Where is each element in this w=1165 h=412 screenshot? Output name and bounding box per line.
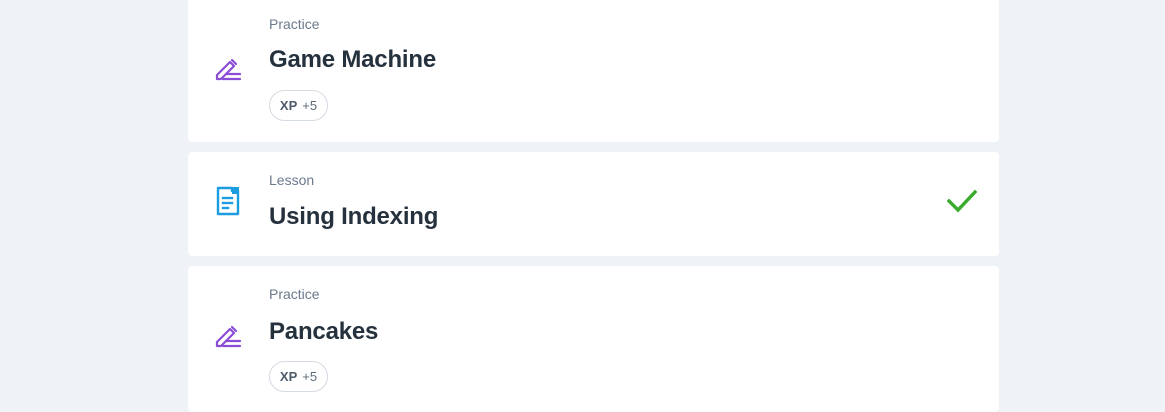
xp-badge: XP +5 (269, 361, 328, 392)
item-title: Pancakes (269, 318, 379, 345)
item-kind: Lesson (269, 172, 315, 188)
item-title: Game Machine (269, 46, 436, 73)
item-title: Using Indexing (269, 203, 439, 230)
pencil-icon (215, 58, 242, 81)
item-kind: Practice (269, 16, 320, 32)
xp-badge: XP +5 (269, 90, 328, 121)
document-icon (216, 186, 240, 216)
xp-value: +5 (302, 369, 318, 384)
list-item-game-machine[interactable]: Practice Game Machine XP +5 (188, 0, 999, 142)
xp-label: XP (279, 98, 298, 113)
list-item-using-indexing[interactable]: Lesson Using Indexing (188, 152, 999, 256)
list-item-pancakes[interactable]: Practice Pancakes XP +5 (188, 266, 999, 412)
xp-value: +5 (302, 98, 318, 113)
checkmark-icon (947, 189, 977, 213)
xp-label: XP (279, 369, 298, 384)
item-kind: Practice (269, 286, 320, 302)
pencil-icon (215, 325, 242, 348)
